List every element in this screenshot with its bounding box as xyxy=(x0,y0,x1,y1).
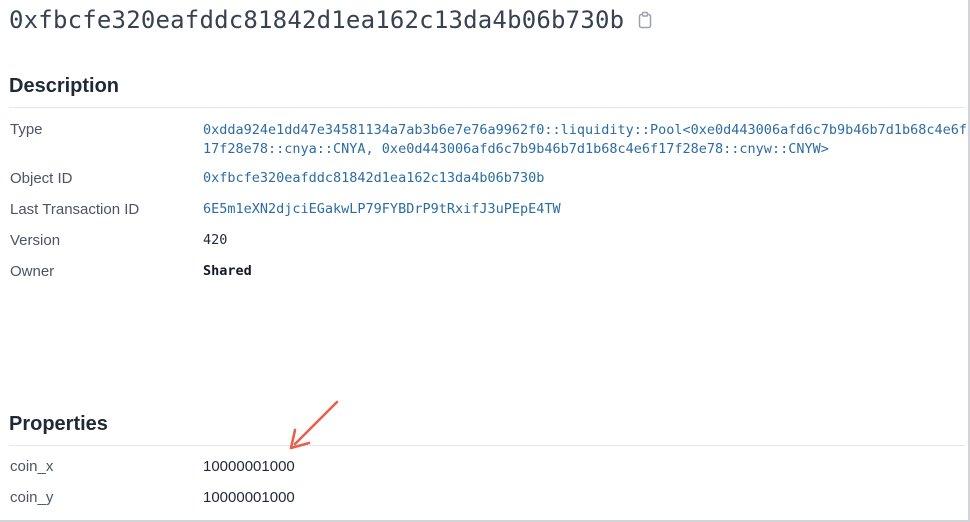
owner-value: Shared xyxy=(203,263,252,279)
annotation-arrow-icon xyxy=(289,400,339,450)
type-label: Type xyxy=(10,121,43,138)
last-transaction-label: Last Transaction ID xyxy=(10,201,140,218)
type-row: Type 0xdda924e1dd47e34581134a7ab3b6e7e76… xyxy=(10,121,968,159)
object-id-link[interactable]: 0xfbcfe320eafddc81842d1ea162c13da4b06b73… xyxy=(203,170,544,187)
property-row-coin-x: coin_x 10000001000 xyxy=(10,458,295,475)
description-heading: Description xyxy=(9,75,120,97)
coin-x-value: 10000001000 xyxy=(203,458,295,475)
properties-heading: Properties xyxy=(9,413,108,435)
object-header: 0xfbcfe320eafddc81842d1ea162c13da4b06b73… xyxy=(9,4,654,36)
coin-y-label: coin_y xyxy=(10,489,54,506)
last-transaction-row: Last Transaction ID 6E5m1eXN2djciEGakwLP… xyxy=(10,201,561,218)
properties-divider xyxy=(9,445,965,446)
version-label: Version xyxy=(10,232,61,249)
owner-label: Owner xyxy=(10,263,55,280)
object-id-row: Object ID 0xfbcfe320eafddc81842d1ea162c1… xyxy=(10,170,544,187)
coin-y-value: 10000001000 xyxy=(203,489,295,506)
page-title: 0xfbcfe320eafddc81842d1ea162c13da4b06b73… xyxy=(9,6,625,34)
version-row: Version 420 xyxy=(10,232,227,249)
type-link[interactable]: 0xdda924e1dd47e34581134a7ab3b6e7e76a9962… xyxy=(203,121,968,159)
object-id-label: Object ID xyxy=(10,170,73,187)
last-transaction-link[interactable]: 6E5m1eXN2djciEGakwLP79FYBDrP9tRxifJ3uPEp… xyxy=(203,201,561,218)
version-value: 420 xyxy=(203,232,228,248)
clipboard-icon[interactable] xyxy=(636,11,654,29)
property-row-coin-y: coin_y 10000001000 xyxy=(10,489,295,506)
owner-row: Owner Shared xyxy=(10,263,252,280)
coin-x-label: coin_x xyxy=(10,458,54,475)
description-divider xyxy=(9,107,965,108)
